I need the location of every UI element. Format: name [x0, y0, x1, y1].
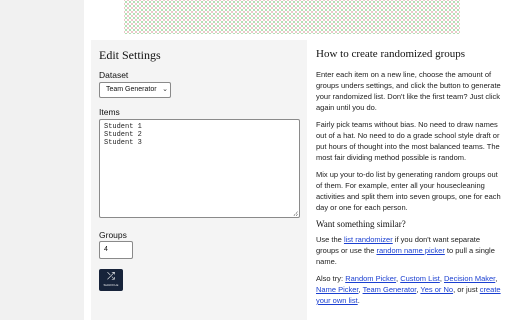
groups-label: Groups: [99, 230, 127, 240]
list-randomizer-link[interactable]: list randomizer: [344, 235, 393, 244]
item-line: Student 2: [104, 131, 142, 139]
items-label: Items: [99, 107, 120, 117]
dataset-select[interactable]: Team Generator ⌄: [99, 82, 171, 98]
ad-banner: [124, 0, 460, 34]
yes-or-no-link[interactable]: Yes or No: [420, 285, 453, 294]
info-paragraph: Mix up your to-do list by generating ran…: [316, 170, 501, 212]
chevron-down-icon: ⌄: [162, 86, 168, 93]
create-link[interactable]: create: [480, 285, 501, 294]
also-try-paragraph: Also try: Random Picker, Custom List, De…: [316, 274, 501, 305]
shuffle-button[interactable]: ⤮ SHUFFLE: [99, 269, 123, 291]
similar-title: Want something similar?: [316, 219, 406, 229]
name-picker-link[interactable]: Name Picker: [316, 285, 359, 294]
similar-paragraph: Use the list randomizer if you don't wan…: [316, 235, 495, 266]
items-textarea[interactable]: Student 1 Student 2 Student 3: [99, 119, 300, 218]
dataset-label: Dataset: [99, 70, 129, 80]
shuffle-caption: SHUFFLE: [103, 283, 119, 287]
dataset-select-value: Team Generator: [106, 86, 157, 93]
custom-list-link[interactable]: Custom List: [400, 274, 440, 283]
item-line: Student 3: [104, 139, 142, 147]
info-paragraph: Fairly pick teams without bias. No need …: [316, 120, 500, 162]
info-title: How to create randomized groups: [316, 48, 466, 60]
random-name-picker-link[interactable]: random name picker: [376, 246, 444, 255]
settings-panel: Edit Settings Dataset Team Generator ⌄ I…: [91, 40, 307, 320]
groups-input[interactable]: 4: [99, 241, 133, 259]
team-generator-link[interactable]: Team Generator: [363, 285, 417, 294]
settings-title: Edit Settings: [99, 48, 161, 62]
info-panel: How to create randomized groups Enter ea…: [316, 40, 512, 312]
shuffle-icon: ⤮: [107, 271, 115, 282]
info-paragraph: Enter each item on a new line, choose th…: [316, 70, 501, 112]
item-line: Student 1: [104, 123, 142, 131]
resize-grip-icon[interactable]: [293, 211, 298, 216]
random-picker-link[interactable]: Random Picker: [345, 274, 396, 283]
your-own-list-link[interactable]: your own list: [316, 296, 358, 305]
decision-maker-link[interactable]: Decision Maker: [444, 274, 495, 283]
